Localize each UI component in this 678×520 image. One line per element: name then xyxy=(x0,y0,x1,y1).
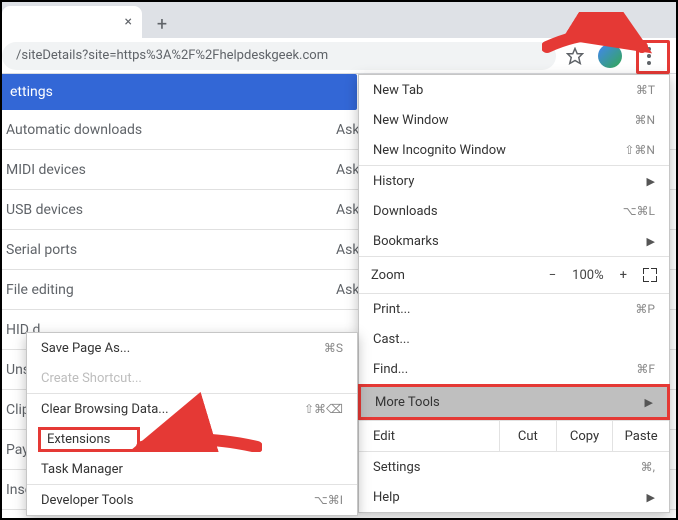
cut-button[interactable]: Cut xyxy=(499,421,556,451)
close-tab-icon[interactable]: × xyxy=(125,14,132,30)
address-bar[interactable]: /siteDetails?site=https%3A%2F%2Fhelpdesk… xyxy=(2,42,556,70)
annotation-more-tools-highlight: More Tools▶ xyxy=(358,384,670,420)
browser-toolbar: /siteDetails?site=https%3A%2F%2Fhelpdesk… xyxy=(2,38,676,74)
chevron-right-icon: ▶ xyxy=(645,396,653,409)
menu-incognito[interactable]: New Incognito Window⇧⌘N xyxy=(359,135,669,165)
settings-header-bar: ettings xyxy=(2,74,357,110)
fullscreen-icon[interactable] xyxy=(643,268,657,282)
chevron-right-icon: ▶ xyxy=(647,491,655,504)
menu-edit-row: Edit Cut Copy Paste xyxy=(359,420,669,452)
menu-new-window[interactable]: New Window⌘N xyxy=(359,105,669,135)
submenu-clear-browsing-data[interactable]: Clear Browsing Data...⇧⌘⌫ xyxy=(27,394,357,424)
submenu-task-manager[interactable]: Task Manager xyxy=(27,454,357,484)
bookmark-star-icon[interactable] xyxy=(566,47,584,65)
new-tab-button[interactable]: + xyxy=(148,10,176,38)
menu-more-tools[interactable]: More Tools▶ xyxy=(361,387,667,417)
menu-downloads[interactable]: Downloads⌥⌘L xyxy=(359,196,669,226)
menu-bookmarks[interactable]: Bookmarks▶ xyxy=(359,226,669,256)
submenu-create-shortcut: Create Shortcut... xyxy=(27,363,357,393)
settings-header-label: ettings xyxy=(10,84,53,100)
paste-button[interactable]: Paste xyxy=(612,421,669,451)
submenu-developer-tools[interactable]: Developer Tools⌥⌘I xyxy=(27,485,357,515)
menu-settings[interactable]: Settings⌘, xyxy=(359,452,669,482)
menu-help[interactable]: Help▶ xyxy=(359,482,669,512)
zoom-value: 100% xyxy=(572,268,603,283)
submenu-save-page[interactable]: Save Page As...⌘S xyxy=(27,333,357,363)
annotation-extensions-highlight: Extensions xyxy=(38,427,140,452)
tab-strip: × + xyxy=(2,2,676,38)
menu-find[interactable]: Find...⌘F xyxy=(359,354,669,384)
main-menu: New Tab⌘T New Window⌘N New Incognito Win… xyxy=(358,74,670,513)
menu-zoom-row: Zoom − 100% + xyxy=(359,257,669,293)
zoom-label: Zoom xyxy=(371,268,491,283)
more-tools-submenu: Save Page As...⌘S Create Shortcut... Cle… xyxy=(26,332,358,516)
zoom-out-button[interactable]: − xyxy=(549,268,556,283)
browser-tab[interactable]: × xyxy=(2,6,142,38)
chevron-right-icon: ▶ xyxy=(647,175,655,188)
menu-history[interactable]: History▶ xyxy=(359,166,669,196)
zoom-in-button[interactable]: + xyxy=(620,268,627,283)
url-text: /siteDetails?site=https%3A%2F%2Fhelpdesk… xyxy=(16,48,328,63)
chevron-right-icon: ▶ xyxy=(647,235,655,248)
profile-avatar-icon[interactable] xyxy=(598,44,622,68)
menu-new-tab[interactable]: New Tab⌘T xyxy=(359,75,669,105)
menu-cast[interactable]: Cast... xyxy=(359,324,669,354)
edit-label: Edit xyxy=(359,421,499,451)
submenu-extensions[interactable]: Extensions xyxy=(27,424,357,454)
menu-print[interactable]: Print...⌘P xyxy=(359,294,669,324)
copy-button[interactable]: Copy xyxy=(556,421,613,451)
kebab-menu-icon[interactable] xyxy=(636,41,662,71)
